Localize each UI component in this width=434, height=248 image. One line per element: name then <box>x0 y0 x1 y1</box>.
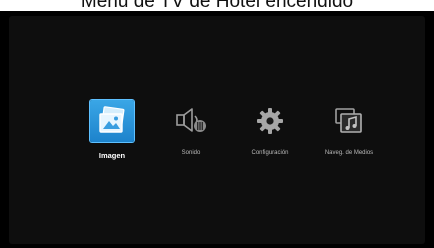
tile-naveg-medios[interactable] <box>327 100 371 142</box>
tv-screen: Imagen Sonido Configuración Naveg. de Me… <box>0 11 434 248</box>
menu-item-sonido[interactable]: Sonido <box>151 100 231 170</box>
gear-icon <box>257 108 283 134</box>
tile-imagen[interactable] <box>90 100 134 142</box>
menu-item-label: Naveg. de Medios <box>324 150 374 156</box>
tile-sonido[interactable] <box>169 100 213 142</box>
speaker-icon <box>176 108 206 132</box>
menu-item-label: Configuración <box>251 150 289 156</box>
tile-configuracion[interactable] <box>248 100 292 142</box>
media-browser-icon <box>335 108 362 133</box>
menu-item-imagen[interactable]: Imagen <box>72 100 152 170</box>
menu-item-label: Imagen <box>98 151 126 160</box>
tv-menu-panel: Imagen Sonido Configuración Naveg. de Me… <box>9 16 425 244</box>
pictures-icon <box>99 106 125 133</box>
menu-item-configuracion[interactable]: Configuración <box>230 100 310 170</box>
menu-item-label: Sonido <box>181 150 201 156</box>
menu-item-naveg-medios[interactable]: Naveg. de Medios <box>309 100 389 170</box>
